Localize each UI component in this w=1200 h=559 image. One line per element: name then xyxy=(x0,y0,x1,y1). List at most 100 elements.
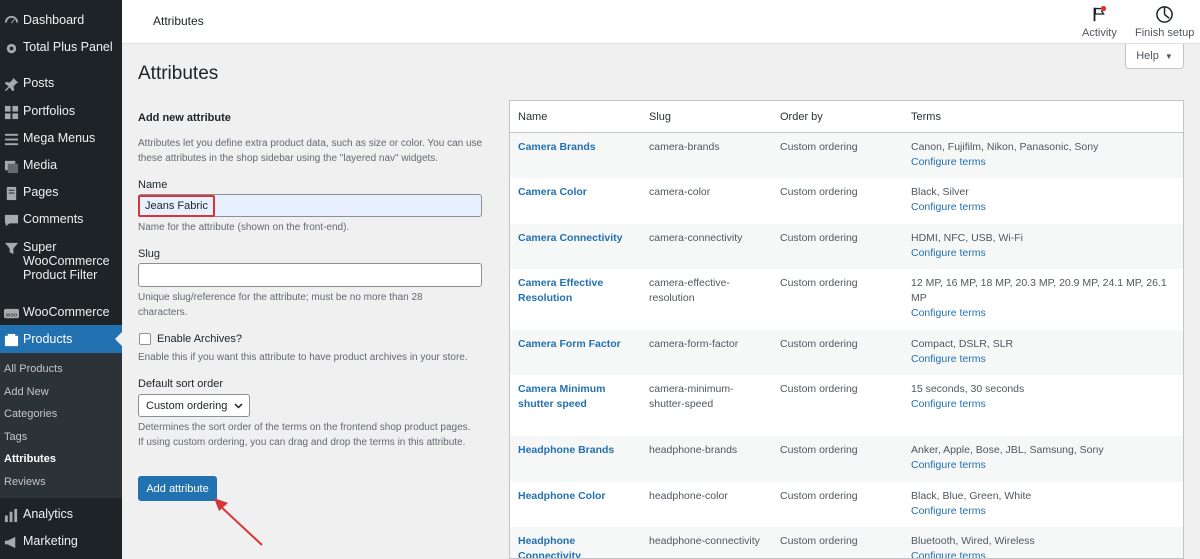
attribute-terms: Canon, Fujifilm, Nikon, Panasonic, Sony C… xyxy=(911,140,1176,170)
configure-terms-link[interactable]: Configure terms xyxy=(911,352,1176,367)
sidebar-item-label: Mega Menus xyxy=(23,131,96,145)
finish-setup-button[interactable]: Finish setup xyxy=(1135,4,1194,39)
form-heading: Add new attribute xyxy=(138,112,231,124)
attribute-terms: Compact, DSLR, SLR Configure terms xyxy=(911,337,1176,367)
attribute-name-link[interactable]: Headphone Color xyxy=(518,489,628,504)
submenu-categories[interactable]: Categories xyxy=(4,408,57,420)
chevron-down-icon xyxy=(234,400,243,412)
submenu-reviews[interactable]: Reviews xyxy=(4,476,46,488)
attribute-slug: camera-minimum-shutter-speed xyxy=(649,383,734,410)
attribute-name-link[interactable]: Camera Minimum shutter speed xyxy=(518,382,618,412)
column-header-slug[interactable]: Slug xyxy=(649,111,671,123)
attribute-name-link[interactable]: Headphone Connectivity xyxy=(518,534,618,558)
name-help: Name for the attribute (shown on the fro… xyxy=(138,222,350,233)
attribute-terms: 12 MP, 16 MP, 18 MP, 20.3 MP, 20.9 MP, 2… xyxy=(911,276,1176,321)
attribute-terms: 15 seconds, 30 seconds Configure terms xyxy=(911,382,1176,412)
enable-archives-checkbox[interactable] xyxy=(139,333,151,345)
admin-sidebar: Dashboard Total Plus Panel Posts Portfol… xyxy=(0,0,122,559)
attribute-slug: headphone-connectivity xyxy=(649,535,760,547)
column-header-name[interactable]: Name xyxy=(518,111,547,123)
attribute-terms: Anker, Apple, Bose, JBL, Samsung, Sony Co… xyxy=(911,443,1176,473)
terms-list: Black, Blue, Green, White xyxy=(911,490,1032,502)
top-bar: Attributes Activity Finish setup xyxy=(122,0,1200,44)
submenu-tags[interactable]: Tags xyxy=(4,431,27,443)
analytics-icon xyxy=(3,507,19,523)
slug-help: Unique slug/reference for the attribute;… xyxy=(138,292,423,318)
configure-terms-link[interactable]: Configure terms xyxy=(911,200,1176,215)
attribute-name-link[interactable]: Headphone Brands xyxy=(518,443,628,458)
attribute-name-link[interactable]: Camera Connectivity xyxy=(518,231,628,246)
attribute-order: Custom ordering xyxy=(780,490,858,502)
help-label: Help xyxy=(1136,50,1159,62)
form-intro: Attributes let you define extra product … xyxy=(138,138,483,164)
sidebar-item-label: Products xyxy=(23,332,73,346)
sidebar-item-label: Marketing xyxy=(23,534,78,548)
sidebar-item-label: Comments xyxy=(23,212,84,226)
sidebar-item-label: Analytics xyxy=(23,507,74,521)
attribute-name-link[interactable]: Camera Form Factor xyxy=(518,337,628,352)
comment-icon xyxy=(3,212,19,228)
sidebar-item-comments[interactable]: Comments xyxy=(0,212,122,228)
attribute-slug: camera-form-factor xyxy=(649,338,739,350)
configure-terms-link[interactable]: Configure terms xyxy=(911,306,1176,321)
table-row: Camera Color camera-color Custom orderin… xyxy=(510,178,1183,224)
configure-terms-link[interactable]: Configure terms xyxy=(911,549,1176,558)
sidebar-label-line: Super xyxy=(23,240,57,254)
sidebar-item-media[interactable]: Media xyxy=(0,158,122,174)
sidebar-item-total-plus-panel[interactable]: Total Plus Panel xyxy=(0,40,122,56)
submenu-attributes[interactable]: Attributes xyxy=(4,453,56,465)
dashboard-icon xyxy=(3,13,19,29)
sidebar-item-mega-menus[interactable]: Mega Menus xyxy=(0,131,122,147)
finish-setup-label: Finish setup xyxy=(1135,27,1195,39)
grid-icon xyxy=(3,104,19,120)
sidebar-item-label: Media xyxy=(23,158,58,172)
sidebar-item-posts[interactable]: Posts xyxy=(0,76,122,92)
attribute-name-link[interactable]: Camera Brands xyxy=(518,140,628,155)
sidebar-item-portfolios[interactable]: Portfolios xyxy=(0,104,122,120)
activity-button[interactable]: Activity xyxy=(1082,4,1117,39)
help-button[interactable]: Help ▼ xyxy=(1125,44,1184,69)
sidebar-item-marketing[interactable]: Marketing xyxy=(0,534,122,550)
sort-order-help: Determines the sort order of the terms o… xyxy=(138,422,471,448)
attribute-slug: camera-color xyxy=(649,186,711,198)
sidebar-item-label: WooCommerce xyxy=(23,305,110,319)
submenu-all-products[interactable]: All Products xyxy=(4,363,63,375)
attribute-order: Custom ordering xyxy=(780,141,858,153)
sort-order-select[interactable]: Custom ordering xyxy=(138,394,250,417)
terms-list: Compact, DSLR, SLR xyxy=(911,338,1014,350)
configure-terms-link[interactable]: Configure terms xyxy=(911,458,1176,473)
attribute-order: Custom ordering xyxy=(780,535,858,547)
configure-terms-link[interactable]: Configure terms xyxy=(911,504,1176,519)
attribute-slug: camera-brands xyxy=(649,141,720,153)
sidebar-item-analytics[interactable]: Analytics xyxy=(0,507,122,523)
enable-archives-label: Enable Archives? xyxy=(157,333,242,345)
flag-icon xyxy=(1089,4,1109,24)
table-row: Headphone Brands headphone-brands Custom… xyxy=(510,436,1183,482)
megaphone-icon xyxy=(3,534,19,550)
sidebar-item-super-woocommerce-product-filter[interactable]: Super WooCommerce Product Filter xyxy=(0,240,122,282)
products-icon xyxy=(3,332,19,348)
sidebar-item-pages[interactable]: Pages xyxy=(0,185,122,201)
table-row: Headphone Connectivity headphone-connect… xyxy=(510,527,1183,558)
attribute-name-link[interactable]: Camera Color xyxy=(518,185,628,200)
media-icon xyxy=(3,158,19,174)
attribute-terms: Black, Silver Configure terms xyxy=(911,185,1176,215)
submenu-add-new[interactable]: Add New xyxy=(4,386,49,398)
configure-terms-link[interactable]: Configure terms xyxy=(911,246,1176,261)
sidebar-item-woocommerce[interactable]: woo WooCommerce xyxy=(0,305,122,321)
table-row: Headphone Color headphone-color Custom o… xyxy=(510,482,1183,527)
column-header-order-by[interactable]: Order by xyxy=(780,111,823,123)
configure-terms-link[interactable]: Configure terms xyxy=(911,155,1176,170)
sort-order-value: Custom ordering xyxy=(146,399,228,412)
svg-text:woo: woo xyxy=(5,312,17,318)
sidebar-item-products[interactable]: Products xyxy=(0,332,122,348)
attribute-name-link[interactable]: Camera Effective Resolution xyxy=(518,276,618,306)
column-header-terms[interactable]: Terms xyxy=(911,111,941,123)
sidebar-item-label: Pages xyxy=(23,185,59,199)
attribute-order: Custom ordering xyxy=(780,338,858,350)
table-row: Camera Effective Resolution camera-effec… xyxy=(510,269,1183,330)
attribute-terms: Black, Blue, Green, White Configure terms xyxy=(911,489,1176,519)
configure-terms-link[interactable]: Configure terms xyxy=(911,397,1176,412)
sidebar-item-dashboard[interactable]: Dashboard xyxy=(0,13,122,29)
slug-field[interactable] xyxy=(138,263,482,287)
